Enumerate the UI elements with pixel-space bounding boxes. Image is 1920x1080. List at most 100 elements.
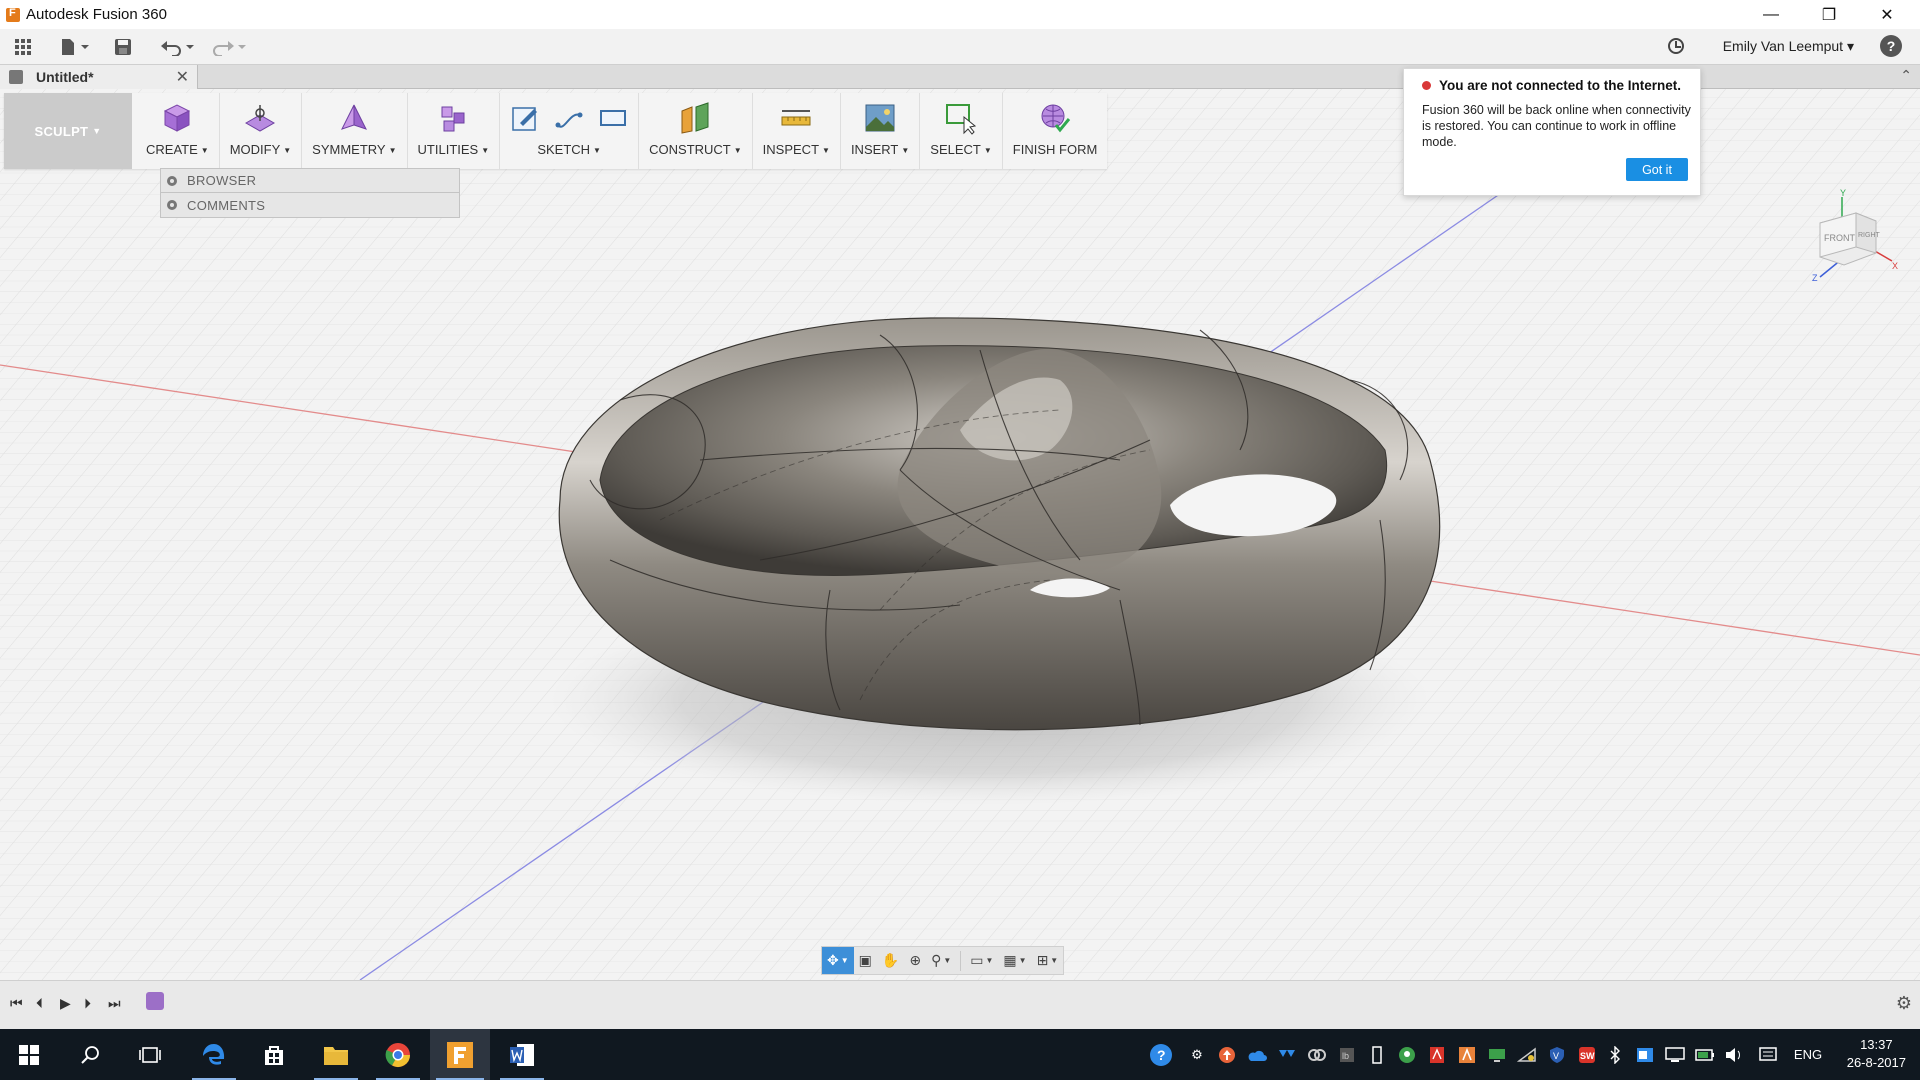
file-icon[interactable] xyxy=(56,35,92,59)
close-icon[interactable]: ✕ xyxy=(1858,0,1916,29)
fusion360-icon[interactable] xyxy=(430,1029,490,1080)
shield-tray-icon[interactable]: V xyxy=(1546,1029,1568,1080)
taskbar-clock[interactable]: 13:37 26-8-2017 xyxy=(1847,1036,1906,1072)
redo-icon[interactable] xyxy=(210,35,248,59)
canvas-image-icon[interactable] xyxy=(863,101,897,135)
creative-cloud-tray-icon[interactable] xyxy=(1306,1029,1328,1080)
restore-icon[interactable]: ❐ xyxy=(1800,0,1858,29)
view-cube-right-label: RIGHT xyxy=(1858,232,1881,239)
symmetry-icon[interactable] xyxy=(337,101,371,135)
got-it-button[interactable]: Got it xyxy=(1626,158,1688,181)
windows-start-icon[interactable] xyxy=(0,1029,58,1080)
monitor-tray-icon[interactable] xyxy=(1486,1029,1508,1080)
job-status-icon[interactable] xyxy=(1668,38,1684,54)
utilities-icon[interactable] xyxy=(436,101,470,135)
battery-tray-icon[interactable] xyxy=(1694,1029,1716,1080)
orbit-icon[interactable]: ✥ ▼ xyxy=(822,947,854,974)
look-at-icon[interactable]: ▣ xyxy=(854,947,877,974)
task-view-icon[interactable] xyxy=(122,1029,178,1080)
create-sketch-icon[interactable] xyxy=(510,103,540,133)
network-tray-icon[interactable] xyxy=(1516,1029,1538,1080)
toolbar-group-inspect[interactable]: INSPECT ▼ xyxy=(753,93,841,169)
collapse-toolbar-icon[interactable]: ⌃ xyxy=(1900,67,1912,84)
select-icon[interactable] xyxy=(944,101,978,135)
word-icon[interactable] xyxy=(494,1029,550,1080)
solidworks-tray-icon[interactable]: SW xyxy=(1576,1029,1598,1080)
onedrive-tray-icon[interactable] xyxy=(1246,1029,1268,1080)
bluetooth-tray-icon[interactable] xyxy=(1606,1029,1624,1080)
step-back-icon[interactable]: ⏴ xyxy=(36,995,43,1012)
document-tab[interactable]: Untitled* ✕ xyxy=(0,65,198,89)
outlook-tray-icon[interactable] xyxy=(1634,1029,1656,1080)
edge-icon[interactable] xyxy=(186,1029,242,1080)
toolbar-group-modify[interactable]: MODIFY ▼ xyxy=(220,93,303,169)
tab-close-icon[interactable]: ✕ xyxy=(176,67,189,87)
expand-icon[interactable] xyxy=(167,200,177,210)
canvas-viewport[interactable]: FRONT RIGHT Y Z X xyxy=(0,89,1920,980)
construct-plane-icon[interactable] xyxy=(678,101,712,135)
edit-form-icon[interactable] xyxy=(243,101,277,135)
grid-settings-icon[interactable]: ▦ ▼ xyxy=(998,947,1031,974)
toolbar-group-construct[interactable]: CONSTRUCT ▼ xyxy=(639,93,753,169)
toolbar-group-create[interactable]: CREATE ▼ xyxy=(136,93,220,169)
display-settings-icon[interactable]: ▭ ▼ xyxy=(965,947,998,974)
view-cube[interactable]: FRONT RIGHT Y Z X xyxy=(1800,188,1900,289)
toolbar-group-finish-form[interactable]: FINISH FORM xyxy=(1003,93,1108,169)
search-icon[interactable] xyxy=(62,1029,118,1080)
torus-model[interactable] xyxy=(558,317,1441,731)
toolbar-group-utilities[interactable]: UTILITIES ▼ xyxy=(408,93,501,169)
language-indicator[interactable]: ENG xyxy=(1788,1029,1828,1080)
rectangle-icon[interactable] xyxy=(598,103,628,133)
fit-icon[interactable]: ⚲ ▼ xyxy=(926,947,956,974)
store-icon[interactable] xyxy=(246,1029,302,1080)
workspace-switcher[interactable]: SCULPT ▼ xyxy=(4,93,132,169)
timeline-settings-gear-icon[interactable]: ⚙ xyxy=(1896,993,1912,1014)
box-icon[interactable] xyxy=(160,101,194,135)
toolbar-group-select[interactable]: SELECT ▼ xyxy=(920,93,1003,169)
utilities-menu-label: UTILITIES xyxy=(417,142,479,157)
timeline-form-feature[interactable] xyxy=(146,992,164,1010)
file-explorer-icon[interactable] xyxy=(308,1029,364,1080)
comments-label: COMMENTS xyxy=(187,197,266,213)
save-icon[interactable] xyxy=(112,35,134,59)
measure-icon[interactable] xyxy=(779,101,813,135)
pdf-tray-icon[interactable] xyxy=(1426,1029,1448,1080)
go-to-end-icon[interactable]: ⏭ xyxy=(108,995,121,1012)
insert-menu-label: INSERT xyxy=(850,142,899,157)
maps-tray-icon[interactable] xyxy=(1396,1029,1418,1080)
data-panel-icon[interactable] xyxy=(12,35,34,59)
usb-tray-icon[interactable] xyxy=(1366,1029,1388,1080)
settings-tray-icon[interactable]: ⚙ xyxy=(1186,1029,1208,1080)
audio-tray-icon[interactable]: lb xyxy=(1336,1029,1358,1080)
model-scene[interactable] xyxy=(0,89,1920,980)
user-menu[interactable]: Emily Van Leemput ▾ xyxy=(1723,38,1854,55)
volume-tray-icon[interactable] xyxy=(1724,1029,1744,1080)
help-icon[interactable]: ? xyxy=(1880,35,1902,57)
toolbar-group-insert[interactable]: INSERT ▼ xyxy=(841,93,921,169)
go-to-start-icon[interactable]: ⏮ xyxy=(10,995,23,1012)
toolbar-group-symmetry[interactable]: SYMMETRY ▼ xyxy=(302,93,408,169)
action-center-icon[interactable] xyxy=(1756,1029,1780,1080)
pan-icon[interactable]: ✋ xyxy=(877,947,904,974)
undo-icon[interactable] xyxy=(158,35,196,59)
comments-row[interactable]: COMMENTS xyxy=(160,193,460,218)
play-icon[interactable]: ▶ xyxy=(60,995,71,1012)
windows-taskbar: ? ⚙ lb V SW ENG 13:37 26-8-2017 xyxy=(0,1029,1920,1080)
browser-row[interactable]: BROWSER xyxy=(160,168,460,193)
expand-icon[interactable] xyxy=(167,175,177,186)
dropbox-tray-icon[interactable] xyxy=(1276,1029,1298,1080)
upload-tray-icon[interactable] xyxy=(1216,1029,1238,1080)
finish-form-icon[interactable] xyxy=(1038,101,1072,135)
chrome-icon[interactable] xyxy=(370,1029,426,1080)
minimize-icon[interactable]: — xyxy=(1742,0,1800,29)
select-menu-label: SELECT xyxy=(930,142,981,157)
viewports-icon[interactable]: ⊞ ▼ xyxy=(1032,947,1064,974)
autodesk-tray-icon[interactable] xyxy=(1456,1029,1478,1080)
step-forward-icon[interactable]: ⏵ xyxy=(84,995,91,1012)
toolbar-group-sketch[interactable]: SKETCH ▼ xyxy=(500,93,640,169)
help-tray-icon[interactable]: ? xyxy=(1148,1029,1174,1080)
display-tray-icon[interactable] xyxy=(1664,1029,1686,1080)
zoom-icon[interactable]: ⊕ xyxy=(904,947,926,974)
notification-body: Fusion 360 will be back online when conn… xyxy=(1422,103,1691,149)
spline-icon[interactable] xyxy=(554,103,584,133)
